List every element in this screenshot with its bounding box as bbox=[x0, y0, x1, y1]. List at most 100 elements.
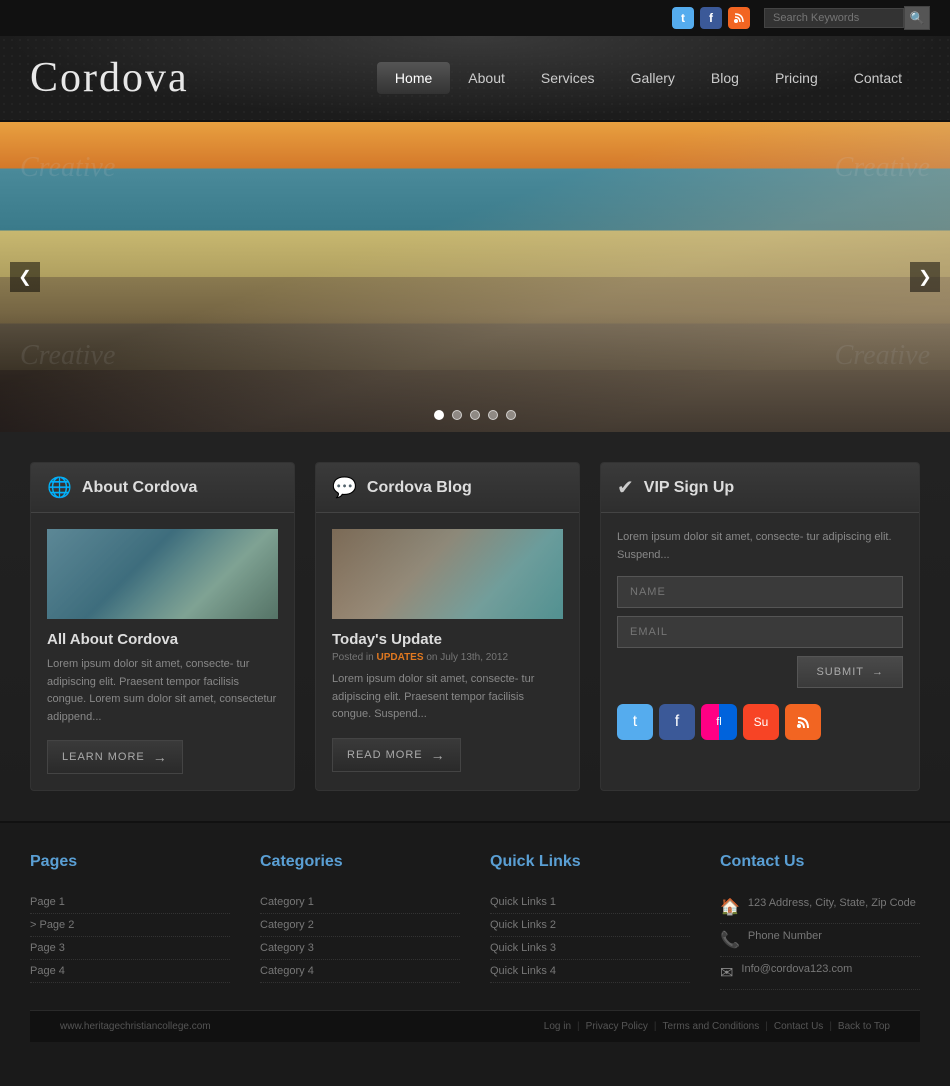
arrow-icon: → bbox=[431, 747, 446, 763]
footer-contact-email: ✉ Info@cordova123.com bbox=[720, 957, 920, 990]
footer-categories-title: Categories bbox=[260, 853, 460, 877]
blog-article-title: Today's Update bbox=[332, 631, 563, 648]
footer-quicklink-4[interactable]: Quick Links 4 bbox=[490, 960, 690, 983]
vip-email-input[interactable] bbox=[617, 616, 903, 648]
nav-services[interactable]: Services bbox=[523, 62, 613, 94]
slider-prev-button[interactable]: ❮ bbox=[10, 262, 40, 292]
vip-name-input[interactable] bbox=[617, 576, 903, 608]
footer-category-1[interactable]: Category 1 bbox=[260, 891, 460, 914]
vip-rss-icon[interactable] bbox=[785, 704, 821, 740]
footer-quicklink-1[interactable]: Quick Links 1 bbox=[490, 891, 690, 914]
footer-page-1[interactable]: Page 1 bbox=[30, 891, 230, 914]
slider-dot-1[interactable] bbox=[434, 410, 444, 420]
header: Cordova Home About Services Gallery Blog… bbox=[0, 36, 950, 122]
footer-login-link[interactable]: Log in bbox=[544, 1021, 571, 1032]
blog-panel-title: Cordova Blog bbox=[367, 479, 472, 497]
blog-thumbnail bbox=[332, 529, 563, 619]
nav-about[interactable]: About bbox=[450, 62, 523, 94]
footer-quicklinks-title: Quick Links bbox=[490, 853, 690, 877]
slider-dots bbox=[434, 410, 516, 420]
footer-url: www.heritagechristiancollege.com bbox=[60, 1021, 211, 1032]
email-icon: ✉ bbox=[720, 963, 733, 983]
blog-text: Lorem ipsum dolor sit amet, consecte- tu… bbox=[332, 671, 563, 724]
learn-more-button[interactable]: LEARN MORE → bbox=[47, 740, 183, 774]
footer: Pages Page 1 > Page 2 Page 3 Page 4 Cate… bbox=[0, 821, 950, 1042]
watermark-4: Creative bbox=[835, 340, 930, 372]
vip-submit-row: SUBMIT → bbox=[617, 656, 903, 688]
nav-pricing[interactable]: Pricing bbox=[757, 62, 836, 94]
nav-home[interactable]: Home bbox=[377, 62, 450, 94]
footer-terms-link[interactable]: Terms and Conditions bbox=[663, 1021, 760, 1032]
blog-panel-header: 💬 Cordova Blog bbox=[316, 463, 579, 513]
footer-category-2[interactable]: Category 2 bbox=[260, 914, 460, 937]
slider-next-button[interactable]: ❯ bbox=[910, 262, 940, 292]
vip-flickr-icon[interactable]: fl bbox=[701, 704, 737, 740]
nav-blog[interactable]: Blog bbox=[693, 62, 757, 94]
hero-image: Creative Creative Creative Creative bbox=[0, 122, 950, 432]
slider-dot-5[interactable] bbox=[506, 410, 516, 420]
footer-pages-col: Pages Page 1 > Page 2 Page 3 Page 4 bbox=[30, 853, 230, 990]
top-bar: t f 🔍 bbox=[0, 0, 950, 36]
footer-grid: Pages Page 1 > Page 2 Page 3 Page 4 Cate… bbox=[30, 853, 920, 1010]
slider-dot-2[interactable] bbox=[452, 410, 462, 420]
about-panel-header: 🌐 About Cordova bbox=[31, 463, 294, 513]
vip-stumbleupon-icon[interactable]: Su bbox=[743, 704, 779, 740]
blog-panel-body: Today's Update Posted in UPDATES on July… bbox=[316, 513, 579, 788]
twitter-icon-small[interactable]: t bbox=[672, 7, 694, 29]
footer-page-2[interactable]: > Page 2 bbox=[30, 914, 230, 937]
nav-gallery[interactable]: Gallery bbox=[613, 62, 693, 94]
footer-quicklinks-col: Quick Links Quick Links 1 Quick Links 2 … bbox=[490, 853, 690, 990]
footer-page-3[interactable]: Page 3 bbox=[30, 937, 230, 960]
footer-contact-link[interactable]: Contact Us bbox=[774, 1021, 823, 1032]
search-bar: 🔍 bbox=[764, 6, 930, 30]
vip-panel: ✔ VIP Sign Up Lorem ipsum dolor sit amet… bbox=[600, 462, 920, 791]
footer-contact-address: 🏠 123 Address, City, State, Zip Code bbox=[720, 891, 920, 924]
footer-contact-col: Contact Us 🏠 123 Address, City, State, Z… bbox=[720, 853, 920, 990]
vip-facebook-icon[interactable]: f bbox=[659, 704, 695, 740]
vip-panel-title: VIP Sign Up bbox=[644, 479, 734, 497]
footer-page-4[interactable]: Page 4 bbox=[30, 960, 230, 983]
footer-quicklink-2[interactable]: Quick Links 2 bbox=[490, 914, 690, 937]
footer-contact-title: Contact Us bbox=[720, 853, 920, 877]
home-icon: 🏠 bbox=[720, 897, 740, 917]
vip-description: Lorem ipsum dolor sit amet, consecte- tu… bbox=[617, 529, 903, 564]
footer-contact-phone: 📞 Phone Number bbox=[720, 924, 920, 957]
about-article-title: All About Cordova bbox=[47, 631, 278, 648]
footer-backtotop-link[interactable]: Back to Top bbox=[838, 1021, 890, 1032]
vip-submit-button[interactable]: SUBMIT → bbox=[797, 656, 903, 688]
updates-tag: UPDATES bbox=[376, 652, 423, 663]
footer-bottom-links: Log in | Privacy Policy | Terms and Cond… bbox=[544, 1021, 890, 1032]
arrow-icon: → bbox=[872, 666, 884, 678]
rss-icon-small[interactable] bbox=[728, 7, 750, 29]
slider-dot-3[interactable] bbox=[470, 410, 480, 420]
logo: Cordova bbox=[30, 54, 189, 102]
vip-panel-body: Lorem ipsum dolor sit amet, consecte- tu… bbox=[601, 513, 919, 756]
footer-quicklink-3[interactable]: Quick Links 3 bbox=[490, 937, 690, 960]
about-thumbnail bbox=[47, 529, 278, 619]
hero-slider: Creative Creative Creative Creative ❮ ❯ bbox=[0, 122, 950, 432]
facebook-icon-small[interactable]: f bbox=[700, 7, 722, 29]
about-panel: 🌐 About Cordova All About Cordova Lorem … bbox=[30, 462, 295, 791]
vip-panel-header: ✔ VIP Sign Up bbox=[601, 463, 919, 513]
globe-icon: 🌐 bbox=[47, 475, 72, 500]
blog-meta: Posted in UPDATES on July 13th, 2012 bbox=[332, 652, 563, 663]
footer-privacy-link[interactable]: Privacy Policy bbox=[586, 1021, 648, 1032]
slider-dot-4[interactable] bbox=[488, 410, 498, 420]
arrow-icon: → bbox=[153, 749, 168, 765]
watermark-3: Creative bbox=[20, 340, 115, 372]
vip-twitter-icon[interactable]: t bbox=[617, 704, 653, 740]
about-panel-title: About Cordova bbox=[82, 479, 198, 497]
blog-panel: 💬 Cordova Blog Today's Update Posted in … bbox=[315, 462, 580, 791]
nav-contact[interactable]: Contact bbox=[836, 62, 920, 94]
phone-icon: 📞 bbox=[720, 930, 740, 950]
vip-socials: t f fl Su bbox=[617, 704, 903, 740]
footer-bottom: www.heritagechristiancollege.com Log in … bbox=[30, 1010, 920, 1042]
footer-pages-title: Pages bbox=[30, 853, 230, 877]
about-text: Lorem ipsum dolor sit amet, consecte- tu… bbox=[47, 656, 278, 726]
search-input[interactable] bbox=[764, 8, 904, 28]
footer-category-4[interactable]: Category 4 bbox=[260, 960, 460, 983]
footer-category-3[interactable]: Category 3 bbox=[260, 937, 460, 960]
search-button[interactable]: 🔍 bbox=[904, 6, 930, 30]
about-panel-body: All About Cordova Lorem ipsum dolor sit … bbox=[31, 513, 294, 790]
read-more-button[interactable]: READ MORE → bbox=[332, 738, 461, 772]
